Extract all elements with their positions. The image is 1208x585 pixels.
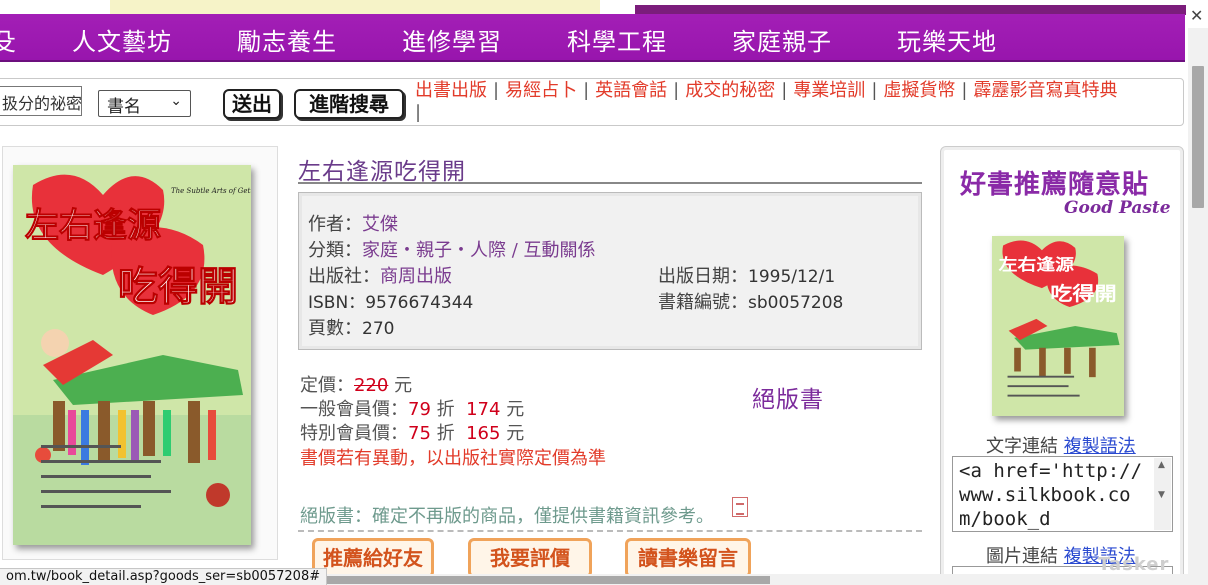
special-price-value: 165 — [466, 423, 501, 444]
category-row: 分類：家庭‧親子‧人際 / 互動關係 — [308, 240, 596, 261]
list-price-value: 220 — [354, 375, 389, 396]
out-of-print-badge: 絕版書 — [752, 387, 824, 413]
textarea-scrollbar[interactable]: ▲ ▼ — [1154, 458, 1171, 530]
good-paste-subtitle: Good Paste — [1064, 198, 1171, 218]
category-navbar: 殳 人文藝坊 勵志養生 進修學習 科學工程 家庭親子 玩樂天地 — [0, 14, 1185, 62]
nav-item-science[interactable]: 科學工程 — [567, 22, 667, 57]
close-icon[interactable]: ✕ — [1190, 6, 1203, 25]
quick-link-sales[interactable]: 成交的秘密 — [685, 80, 775, 101]
nav-item-humanities[interactable]: 人文藝坊 — [72, 22, 172, 57]
watermark-logo: Tasker — [1098, 554, 1170, 575]
quick-link-english[interactable]: 英語會話 — [595, 80, 667, 101]
nav-item-partial[interactable]: 殳 — [0, 22, 17, 57]
cover-english-title: The Subtle Arts of Getting Along — [171, 187, 251, 195]
dashed-divider — [298, 530, 922, 532]
quick-links: 出書出版 | 易經占卜 | 英語會話 | 成交的秘密 | 專業培訓 | 虛擬貨幣 | 霹靂影音寫真特典 | — [415, 80, 1118, 123]
thumbnail-title-line1: 左右逢源 — [999, 255, 1075, 274]
good-paste-title: 好書推薦隨意貼 — [960, 170, 1150, 200]
publisher-link[interactable]: 商周出版 — [380, 266, 452, 287]
isbn-value: 9576674344 — [365, 293, 474, 313]
thumbnail-cover-image[interactable]: 左右逢源 吃得開 — [992, 236, 1124, 416]
text-link-row: 文字連結 複製語法 — [986, 436, 1136, 457]
submit-button[interactable]: 送出 — [223, 89, 281, 119]
book-cover-image[interactable]: 左右逢源 吃得開 The Subtle Arts of Getting Alon… — [13, 165, 251, 545]
embed-code-textarea[interactable]: <a href='http://www.silkbook.com/book_d — [952, 456, 1173, 532]
pages-value: 270 — [362, 319, 395, 339]
search-field-select[interactable]: 書名 ⌄ — [98, 90, 191, 117]
out-of-print-note: 絕版書：確定不再版的商品，僅提供書籍資訊參考。 — [300, 506, 714, 527]
status-bar-url: om.tw/book_detail.asp?goods_ser=sb005720… — [0, 568, 328, 585]
cover-title-line1: 左右逢源 — [25, 206, 161, 246]
special-discount: 75 — [408, 423, 431, 444]
scroll-down-icon[interactable]: ▼ — [1158, 490, 1165, 500]
quick-link-video[interactable]: 霹靂影音寫真特典 — [973, 80, 1117, 101]
pubdate-value: 1995/12/1 — [748, 267, 836, 287]
keyword-input[interactable]: 扱分的祕密 — [0, 86, 82, 116]
chevron-down-icon: ⌄ — [170, 93, 182, 109]
nav-item-learning[interactable]: 進修學習 — [402, 22, 502, 57]
recommend-button[interactable]: 推薦給好友 — [312, 538, 434, 578]
special-price-row: 特別會員價：75 折 165 元 — [300, 423, 525, 444]
list-price-row: 定價：220 元 — [300, 375, 413, 396]
publisher-row: 出版社：商周出版 — [308, 266, 452, 287]
top-strip — [0, 0, 1186, 15]
nav-item-family[interactable]: 家庭親子 — [732, 22, 832, 57]
quick-link-crypto[interactable]: 虛擬貨幣 — [883, 80, 955, 101]
category-link[interactable]: 家庭‧親子‧人際 / 互動關係 — [362, 240, 596, 261]
isbn-row: ISBN：9576674344 — [308, 293, 474, 313]
copy-text-link[interactable]: 複製語法 — [1064, 436, 1136, 457]
nav-item-inspiration[interactable]: 勵志養生 — [237, 22, 337, 57]
advanced-search-button[interactable]: 進階搜尋 — [294, 89, 404, 119]
quick-link-training[interactable]: 專業培訓 — [793, 80, 865, 101]
scroll-up-icon[interactable]: ▲ — [1158, 460, 1165, 470]
page-horizontal-scroll-thumb[interactable] — [318, 576, 770, 584]
member-price-value: 174 — [466, 399, 501, 420]
bookno-row: 書籍編號：sb0057208 — [658, 292, 844, 313]
thumbnail-title-line2: 吃得開 — [1050, 282, 1116, 304]
quick-link-publishing[interactable]: 出書出版 — [415, 80, 487, 101]
member-discount: 79 — [408, 399, 431, 420]
nav-item-leisure[interactable]: 玩樂天地 — [897, 22, 997, 57]
message-button[interactable]: 讀書樂留言 — [625, 538, 751, 578]
page-vertical-scroll-thumb[interactable] — [1192, 66, 1204, 208]
search-field-value: 書名 — [107, 97, 141, 117]
price-note: 書價若有異動，以出版社實際定價為準 — [300, 448, 606, 469]
title-divider — [298, 182, 922, 184]
member-price-row: 一般會員價：79 折 174 元 — [300, 399, 525, 420]
top-banner-yellow — [110, 0, 600, 14]
author-link[interactable]: 艾傑 — [362, 214, 398, 235]
pages-row: 頁數：270 — [308, 318, 395, 339]
bookno-value: sb0057208 — [748, 293, 844, 313]
document-icon[interactable] — [732, 497, 748, 517]
book-title: 左右逢源吃得開 — [298, 159, 466, 185]
cover-title-line2: 吃得開 — [118, 264, 238, 310]
pubdate-row: 出版日期：1995/12/1 — [658, 266, 836, 287]
review-button[interactable]: 我要評價 — [468, 538, 592, 578]
quick-link-iching[interactable]: 易經占卜 — [505, 80, 577, 101]
author-row: 作者：艾傑 — [308, 214, 398, 235]
